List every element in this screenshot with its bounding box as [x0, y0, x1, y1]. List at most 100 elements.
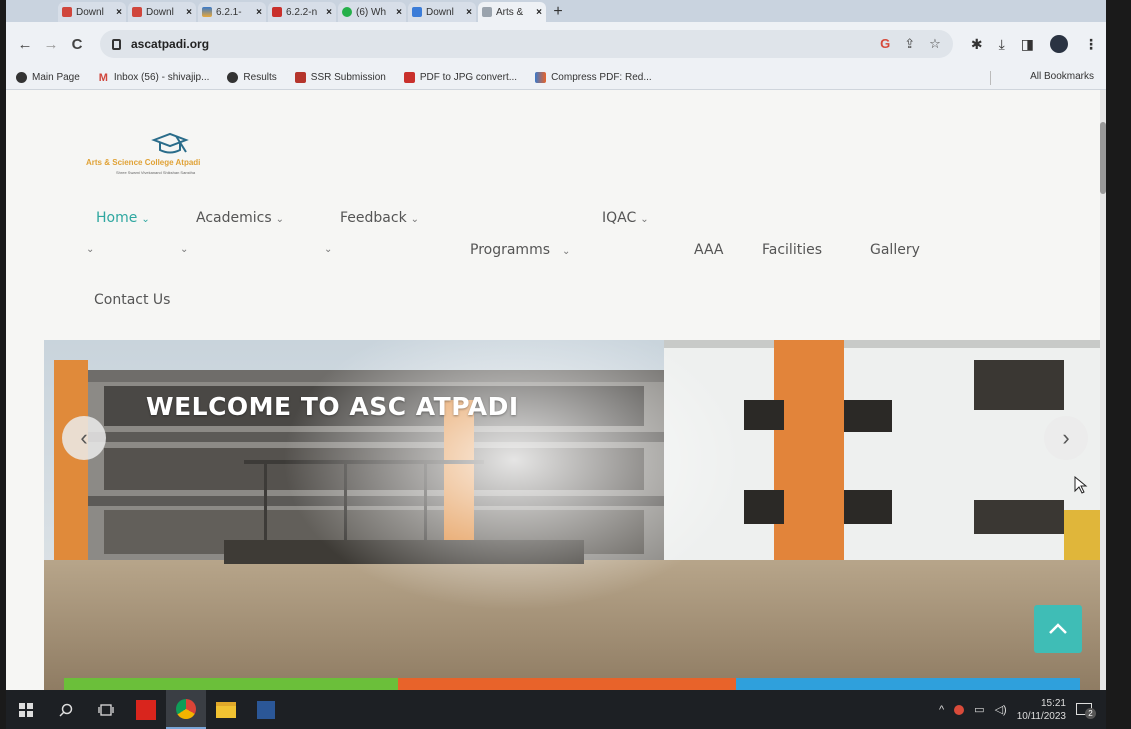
search-icon: [59, 703, 73, 717]
tab-label: (6) Wh: [356, 6, 386, 18]
windows-logo-icon: [19, 702, 33, 717]
close-icon[interactable]: ×: [116, 7, 122, 18]
close-icon[interactable]: ×: [186, 7, 192, 18]
pdf-icon: [403, 72, 415, 83]
bookmark-label: Main Page: [32, 72, 80, 83]
chevron-down-icon[interactable]: ⌄: [324, 244, 332, 255]
tab-label: Downl: [426, 6, 454, 18]
taskbar-acrobat[interactable]: [126, 690, 166, 729]
chevron-left-icon: ‹: [80, 425, 88, 450]
tab-label: 6.2.2-n: [286, 6, 318, 18]
clock[interactable]: 15:21 10/11/2023: [1017, 697, 1066, 723]
chevron-down-icon[interactable]: ⌄: [86, 244, 94, 255]
bookmark-compress-pdf[interactable]: Compress PDF: Red...: [535, 72, 652, 83]
downloads-icon[interactable]: ⤓: [999, 36, 1005, 53]
chevron-up-icon[interactable]: ^: [939, 704, 944, 716]
nav-aaa[interactable]: AAA: [694, 242, 724, 258]
slider-next-button[interactable]: ›: [1044, 416, 1088, 460]
back-button[interactable]: ←: [14, 33, 36, 55]
chrome-icon: [176, 698, 196, 719]
page-scrollbar[interactable]: [1100, 90, 1106, 690]
nav-facilities[interactable]: Facilities: [762, 242, 822, 258]
globe-icon: [16, 72, 27, 83]
chevron-up-icon: [1049, 623, 1067, 634]
google-translate-icon[interactable]: G: [880, 36, 890, 52]
nav-academics[interactable]: Academics ⌄: [196, 210, 284, 226]
chevron-down-icon: ⌄: [141, 214, 150, 225]
tab-whatsapp[interactable]: (6) Wh ×: [338, 2, 406, 22]
volume-icon[interactable]: ◁): [995, 703, 1007, 716]
slides-icon: [202, 7, 212, 17]
bookmark-label: Compress PDF: Red...: [551, 72, 652, 83]
nav-home-label: Home: [96, 210, 138, 226]
compress-icon: [535, 72, 547, 83]
search-button[interactable]: [46, 690, 86, 729]
nav-iqac[interactable]: IQAC ⌄: [602, 210, 649, 226]
clock-time: 15:21: [1040, 697, 1066, 709]
nav-programms[interactable]: Programms ⌄: [470, 242, 570, 258]
chevron-down-icon: ⌄: [640, 214, 649, 225]
download-arrow-icon: [412, 7, 422, 17]
network-icon[interactable]: ▭: [974, 703, 984, 716]
college-logo[interactable]: Arts & Science College Atpadi Shree Swam…: [86, 132, 266, 182]
bookmark-inbox[interactable]: M Inbox (56) - shivajip...: [98, 72, 210, 84]
profile-avatar[interactable]: [1050, 35, 1068, 53]
tray-app-icon[interactable]: [954, 704, 965, 715]
nav-feedback[interactable]: Feedback ⌄: [340, 210, 419, 226]
tab-arts-science[interactable]: Arts & ×: [478, 2, 546, 22]
all-bookmarks[interactable]: All Bookmarks: [1030, 71, 1094, 82]
extensions-icon[interactable]: ✱: [971, 36, 983, 53]
task-view-button[interactable]: [86, 690, 126, 729]
taskbar-word[interactable]: [246, 690, 286, 729]
nav-home[interactable]: Home ⌄: [96, 210, 150, 226]
tab-download-1[interactable]: Downl ×: [58, 2, 126, 22]
menu-dots-icon[interactable]: ⋮: [1084, 36, 1098, 53]
close-icon[interactable]: ×: [256, 7, 262, 18]
notification-count: 2: [1085, 707, 1096, 719]
download-tab-icon: [62, 7, 72, 17]
mouse-cursor-icon: [1074, 476, 1088, 494]
close-icon[interactable]: ×: [326, 7, 332, 18]
bookmark-ssr-submission[interactable]: SSR Submission: [294, 72, 386, 83]
nav-gallery[interactable]: Gallery: [870, 242, 920, 258]
close-icon[interactable]: ×: [396, 7, 402, 18]
close-icon[interactable]: ×: [536, 7, 542, 18]
side-panel-icon[interactable]: ◨: [1021, 36, 1034, 53]
web-page: Arts & Science College Atpadi Shree Swam…: [6, 90, 1102, 690]
notification-center-button[interactable]: 2: [1076, 701, 1096, 719]
address-bar[interactable]: ascatpadi.org G ⇪ ☆: [100, 30, 953, 58]
task-view-icon: [98, 703, 114, 716]
scroll-to-top-button[interactable]: [1034, 605, 1082, 653]
tab-download-2[interactable]: Downl ×: [128, 2, 196, 22]
bookmarks-divider: [990, 71, 991, 85]
slider-prev-button[interactable]: ‹: [62, 416, 106, 460]
share-icon[interactable]: ⇪: [904, 36, 915, 52]
bookmark-pdf-to-jpg[interactable]: PDF to JPG convert...: [403, 72, 517, 83]
acrobat-icon: [136, 699, 156, 720]
reload-button[interactable]: C: [66, 33, 88, 55]
bookmarks-bar: Main Page M Inbox (56) - shivajip... Res…: [6, 66, 1106, 90]
chevron-down-icon[interactable]: ⌄: [180, 244, 188, 255]
nav-contact-us[interactable]: Contact Us: [94, 292, 170, 308]
tab-6-2-2[interactable]: 6.2.2-n ×: [268, 2, 336, 22]
tab-6-2-1[interactable]: 6.2.1- ×: [198, 2, 266, 22]
nav-programms-label: Programms: [470, 242, 551, 258]
tab-label: Arts &: [496, 6, 524, 18]
tab-label: Downl: [76, 6, 104, 18]
nav-iqac-label: IQAC: [602, 210, 637, 226]
tab-download-3[interactable]: Downl ×: [408, 2, 476, 22]
new-tab-button[interactable]: +: [548, 2, 568, 22]
taskbar-chrome[interactable]: [166, 690, 206, 729]
windows-start-button[interactable]: [6, 690, 46, 729]
bookmark-label: Results: [243, 72, 277, 83]
scrollbar-thumb[interactable]: [1100, 122, 1106, 194]
browser-toolbar: ← → C ascatpadi.org G ⇪ ☆ ✱ ⤓ ◨ ⋮: [6, 22, 1106, 66]
bookmark-main-page[interactable]: Main Page: [16, 72, 80, 83]
bookmark-results[interactable]: Results: [227, 72, 277, 83]
windows-taskbar: ^ ▭ ◁) 15:21 10/11/2023 2: [6, 690, 1106, 729]
taskbar-file-explorer[interactable]: [206, 690, 246, 729]
close-icon[interactable]: ×: [466, 7, 472, 18]
bookmark-star-icon[interactable]: ☆: [929, 36, 941, 52]
forward-button[interactable]: →: [40, 33, 62, 55]
chevron-down-icon: ⌄: [562, 246, 571, 257]
